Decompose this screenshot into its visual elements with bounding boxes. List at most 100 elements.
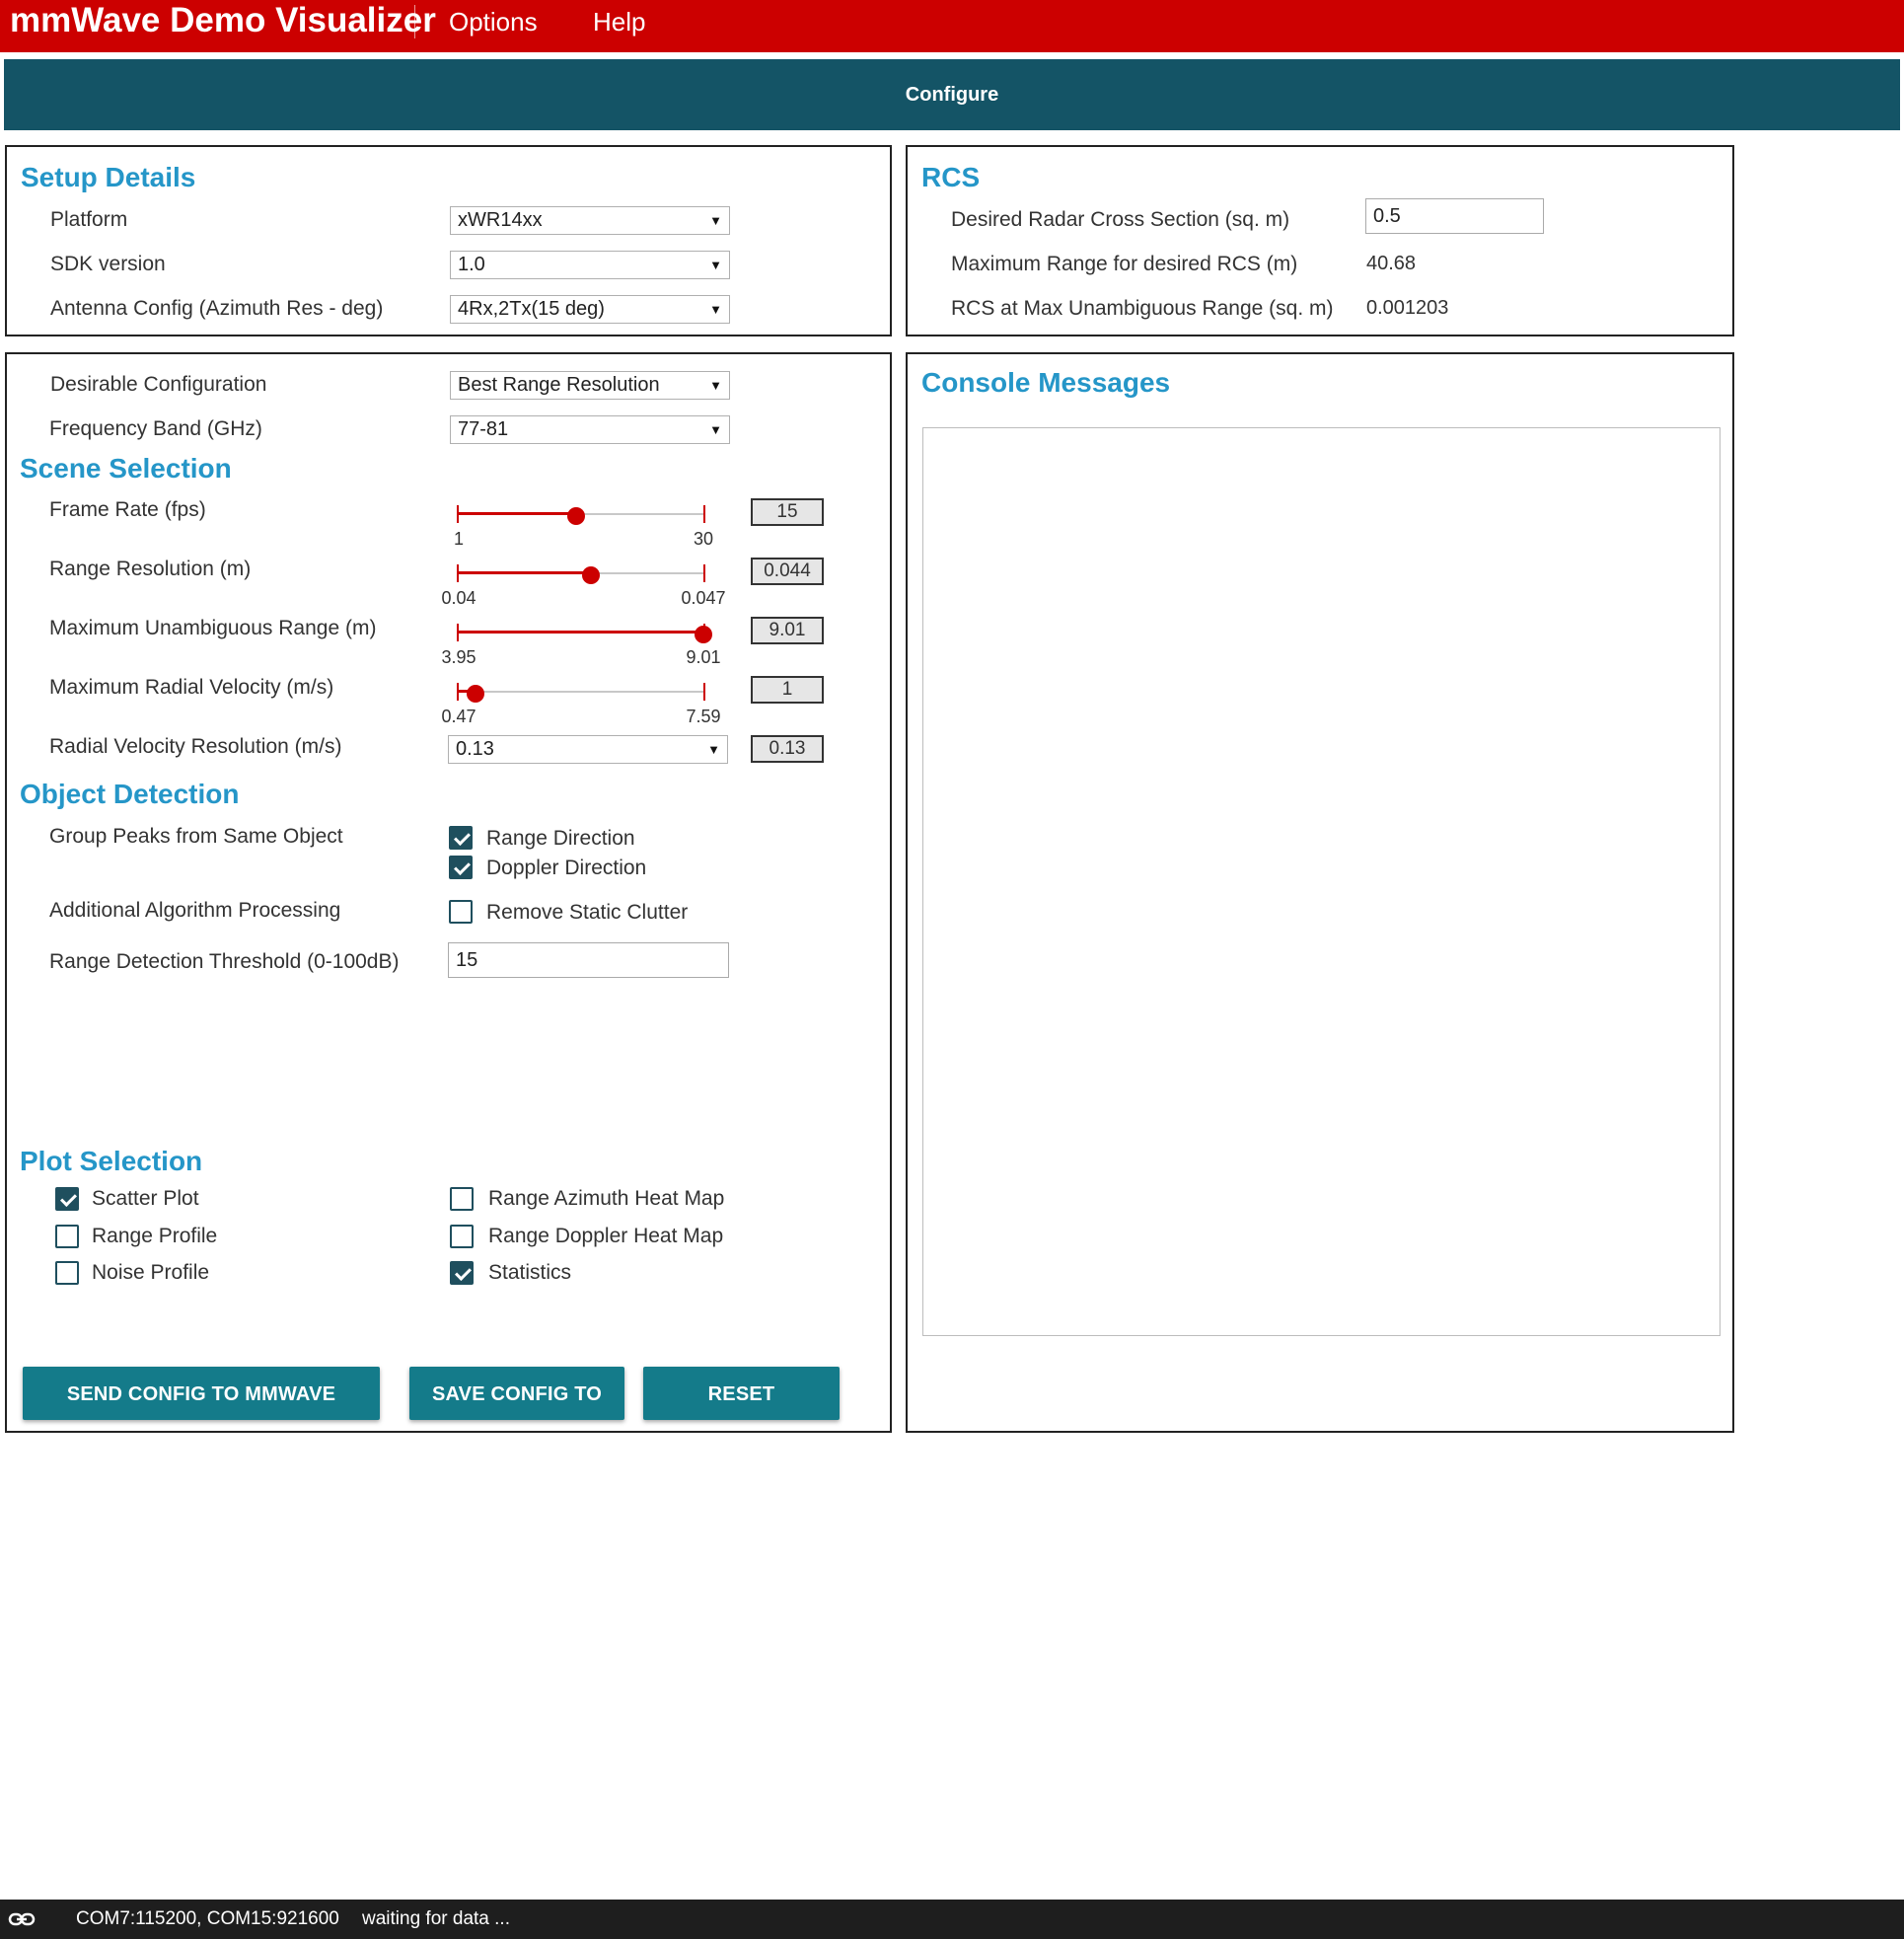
slider-thumb[interactable] bbox=[695, 626, 712, 643]
range-resolution-value: 0.044 bbox=[751, 558, 824, 585]
slider-min-tick bbox=[457, 624, 459, 641]
status-bar: COM7:115200, COM15:921600 waiting for da… bbox=[0, 1900, 1904, 1939]
remove-static-clutter-label: Remove Static Clutter bbox=[486, 901, 689, 924]
slider-track bbox=[459, 691, 703, 693]
tab-bar: Configure bbox=[4, 59, 1900, 130]
slider-min-tick bbox=[457, 564, 459, 582]
slider-max-tick bbox=[703, 564, 705, 582]
max-radial-velocity-label: Maximum Radial Velocity (m/s) bbox=[49, 676, 334, 699]
top-bar: mmWave Demo Visualizer Options Help bbox=[0, 0, 1904, 52]
antenna-config-label: Antenna Config (Azimuth Res - deg) bbox=[50, 297, 384, 320]
rcs-at-max-label: RCS at Max Unambiguous Range (sq. m) bbox=[951, 297, 1334, 320]
range-resolution-max: 0.047 bbox=[681, 588, 726, 608]
scatter-plot-label: Scatter Plot bbox=[92, 1187, 199, 1210]
slider-thumb[interactable] bbox=[467, 685, 485, 703]
frame-rate-max: 30 bbox=[693, 529, 714, 549]
desirable-config-select[interactable]: Best Range Resolution ▼ bbox=[450, 371, 730, 400]
statistics-checkbox[interactable] bbox=[450, 1261, 474, 1285]
doppler-direction-checkbox[interactable] bbox=[449, 856, 473, 879]
frame-rate-label: Frame Rate (fps) bbox=[49, 498, 206, 521]
range-direction-checkbox[interactable] bbox=[449, 826, 473, 850]
desired-rcs-label: Desired Radar Cross Section (sq. m) bbox=[951, 208, 1290, 231]
max-radial-velocity-slider[interactable] bbox=[457, 680, 705, 704]
platform-select-value: xWR14xx bbox=[458, 209, 543, 231]
chevron-down-icon: ▼ bbox=[709, 213, 722, 228]
slider-fill bbox=[459, 571, 591, 574]
setup-details-heading: Setup Details bbox=[21, 162, 196, 192]
rcs-panel: RCS Desired Radar Cross Section (sq. m) … bbox=[906, 145, 1734, 336]
chevron-down-icon: ▼ bbox=[709, 258, 722, 272]
slider-thumb[interactable] bbox=[567, 507, 586, 525]
doppler-direction-label: Doppler Direction bbox=[486, 857, 647, 879]
max-radial-velocity-min: 0.47 bbox=[441, 707, 476, 726]
status-ports: COM7:115200, COM15:921600 bbox=[76, 1908, 339, 1929]
range-direction-label: Range Direction bbox=[486, 827, 635, 850]
max-unambiguous-range-slider[interactable] bbox=[457, 621, 712, 644]
range-profile-label: Range Profile bbox=[92, 1225, 218, 1247]
range-profile-checkbox[interactable] bbox=[55, 1225, 79, 1248]
radial-velocity-resolution-label: Radial Velocity Resolution (m/s) bbox=[49, 735, 342, 758]
setup-details-panel: Setup Details Platform xWR14xx ▼ SDK ver… bbox=[5, 145, 892, 336]
range-azimuth-heatmap-checkbox[interactable] bbox=[450, 1187, 474, 1211]
group-peaks-label: Group Peaks from Same Object bbox=[49, 825, 343, 848]
range-doppler-heatmap-label: Range Doppler Heat Map bbox=[488, 1225, 724, 1247]
range-threshold-input[interactable] bbox=[448, 942, 729, 978]
antenna-config-select-value: 4Rx,2Tx(15 deg) bbox=[458, 298, 605, 320]
send-config-button[interactable]: SEND CONFIG TO MMWAVE DEVICE bbox=[23, 1367, 380, 1458]
desired-rcs-input[interactable] bbox=[1365, 198, 1544, 234]
radial-velocity-resolution-select[interactable]: 0.13 ▼ bbox=[448, 735, 728, 764]
rcs-at-max-value: 0.001203 bbox=[1366, 297, 1449, 319]
frame-rate-slider[interactable] bbox=[457, 502, 705, 526]
tab-configure[interactable]: Configure bbox=[4, 59, 1900, 130]
range-doppler-heatmap-checkbox[interactable] bbox=[450, 1225, 474, 1248]
sdk-version-select-value: 1.0 bbox=[458, 254, 485, 275]
max-range-rcs-label: Maximum Range for desired RCS (m) bbox=[951, 253, 1298, 275]
slider-min-tick bbox=[457, 505, 459, 523]
menu-help[interactable]: Help bbox=[593, 0, 645, 43]
platform-select[interactable]: xWR14xx ▼ bbox=[450, 206, 730, 235]
frequency-band-select[interactable]: 77-81 ▼ bbox=[450, 415, 730, 444]
range-resolution-min: 0.04 bbox=[441, 588, 476, 608]
max-unambiguous-range-value: 9.01 bbox=[751, 617, 824, 644]
remove-static-clutter-checkbox[interactable] bbox=[449, 900, 473, 924]
link-icon bbox=[8, 1912, 36, 1926]
slider-max-tick bbox=[703, 505, 705, 523]
save-config-button[interactable]: SAVE CONFIG TO PC bbox=[409, 1367, 624, 1458]
rcs-heading: RCS bbox=[921, 162, 981, 192]
app-title: mmWave Demo Visualizer bbox=[10, 1, 436, 39]
sdk-version-label: SDK version bbox=[50, 253, 166, 275]
platform-label: Platform bbox=[50, 208, 128, 231]
console-messages-heading: Console Messages bbox=[921, 367, 1171, 398]
range-resolution-slider[interactable] bbox=[457, 561, 705, 585]
max-unambiguous-range-max: 9.01 bbox=[686, 647, 721, 667]
reset-selection-button[interactable]: RESET SELECTION bbox=[643, 1367, 840, 1458]
slider-min-tick bbox=[457, 683, 459, 701]
radial-velocity-resolution-value: 0.13 bbox=[751, 735, 824, 763]
noise-profile-label: Noise Profile bbox=[92, 1261, 210, 1284]
radial-velocity-resolution-select-value: 0.13 bbox=[456, 738, 494, 760]
antenna-config-select[interactable]: 4Rx,2Tx(15 deg) ▼ bbox=[450, 295, 730, 324]
statistics-label: Statistics bbox=[488, 1261, 572, 1284]
max-unambiguous-range-min: 3.95 bbox=[441, 647, 476, 667]
max-radial-velocity-value: 1 bbox=[751, 676, 824, 704]
frequency-band-label: Frequency Band (GHz) bbox=[49, 417, 262, 440]
max-unambiguous-range-label: Maximum Unambiguous Range (m) bbox=[49, 617, 377, 639]
chevron-down-icon: ▼ bbox=[709, 422, 722, 437]
sdk-version-select[interactable]: 1.0 ▼ bbox=[450, 251, 730, 279]
noise-profile-checkbox[interactable] bbox=[55, 1261, 79, 1285]
scatter-plot-checkbox[interactable] bbox=[55, 1187, 79, 1211]
slider-thumb[interactable] bbox=[581, 566, 600, 584]
console-messages-area[interactable] bbox=[922, 427, 1721, 1336]
menu-options[interactable]: Options bbox=[449, 0, 538, 43]
frame-rate-value: 15 bbox=[751, 498, 824, 526]
max-radial-velocity-max: 7.59 bbox=[686, 707, 721, 726]
slider-max-tick bbox=[703, 683, 705, 701]
status-message: waiting for data ... bbox=[362, 1908, 510, 1929]
object-detection-heading: Object Detection bbox=[20, 779, 240, 809]
plot-selection-heading: Plot Selection bbox=[20, 1146, 203, 1176]
max-range-rcs-value: 40.68 bbox=[1366, 253, 1417, 274]
slider-fill bbox=[459, 631, 703, 634]
desirable-config-label: Desirable Configuration bbox=[50, 373, 267, 396]
range-azimuth-heatmap-label: Range Azimuth Heat Map bbox=[488, 1187, 725, 1210]
chevron-down-icon: ▼ bbox=[709, 302, 722, 317]
